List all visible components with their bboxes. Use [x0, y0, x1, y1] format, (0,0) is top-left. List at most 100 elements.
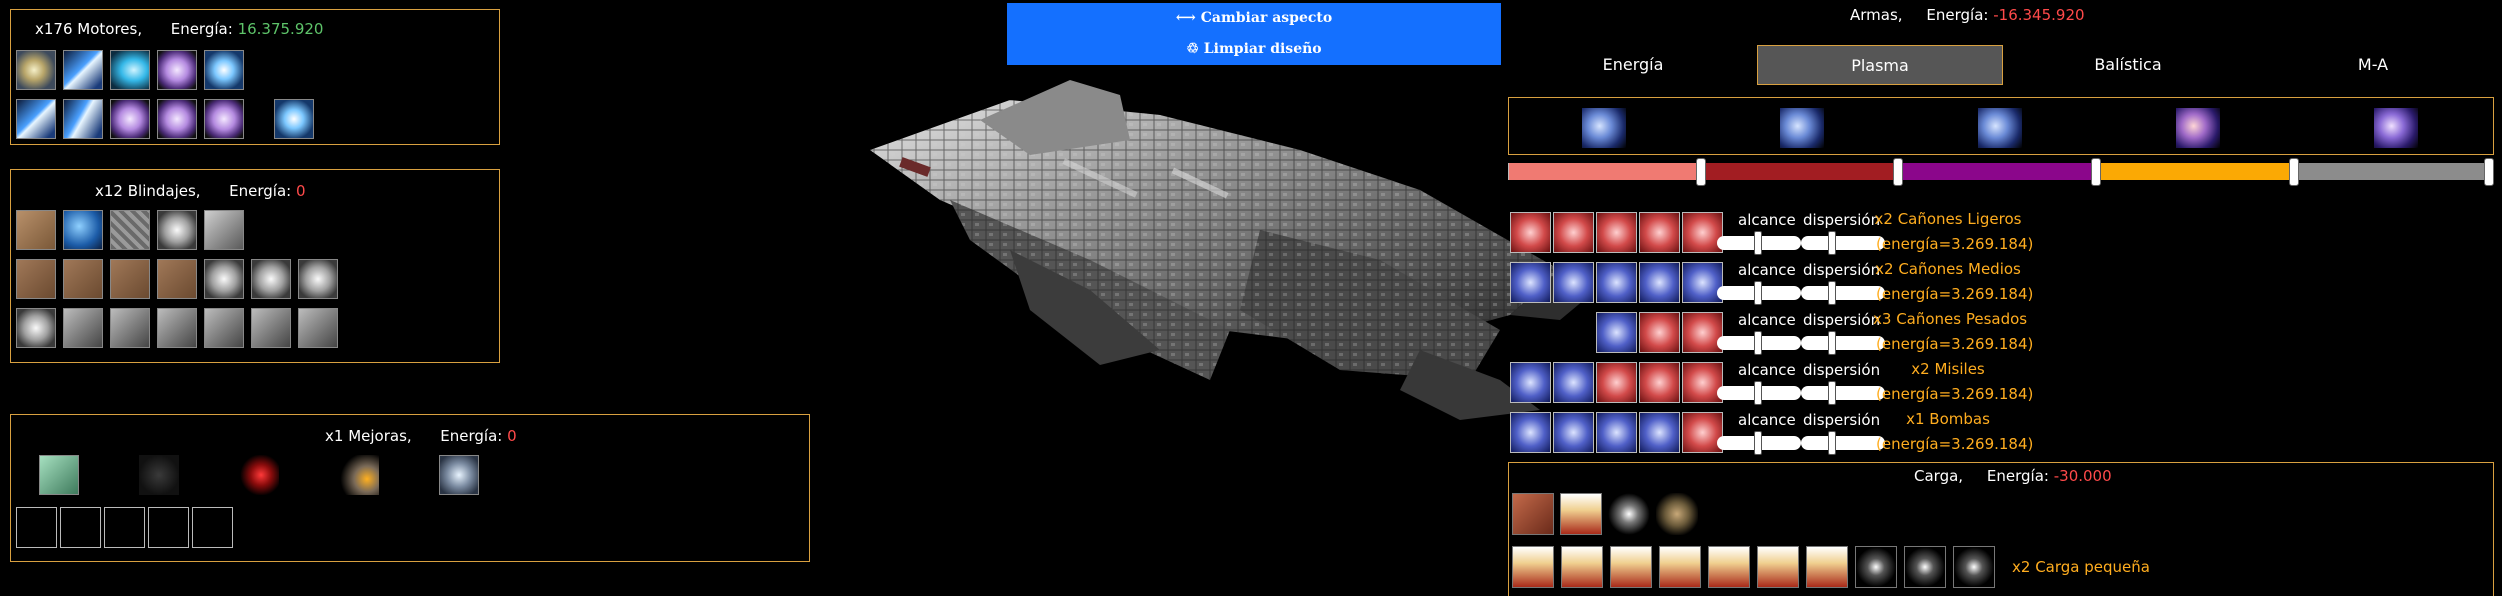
engine-slot[interactable] — [110, 50, 150, 90]
upgrade-empty-slot[interactable] — [104, 507, 145, 548]
armor-slot[interactable] — [16, 308, 56, 348]
engine-slot[interactable] — [204, 99, 244, 139]
clear-design-button[interactable]: ♲ Limpiar diseño — [1007, 34, 1501, 65]
cargo-slot[interactable] — [1512, 546, 1554, 588]
spread-slider-thumb[interactable] — [1828, 231, 1836, 255]
upgrade-slot[interactable] — [339, 455, 379, 495]
upgrade-slot[interactable] — [39, 455, 79, 495]
range-slider-thumb[interactable] — [1754, 231, 1762, 255]
upgrade-empty-slot[interactable] — [148, 507, 189, 548]
spread-slider[interactable] — [1801, 436, 1885, 450]
armor-slot[interactable] — [157, 259, 197, 299]
engine-slot[interactable] — [157, 99, 197, 139]
range-slider-thumb[interactable] — [1754, 331, 1762, 355]
spread-slider[interactable] — [1801, 286, 1885, 300]
range-slider-thumb[interactable] — [1754, 281, 1762, 305]
cargo-slot[interactable] — [1610, 546, 1652, 588]
tab-plasma[interactable]: Plasma — [1757, 45, 2003, 85]
weapon-slot[interactable] — [1553, 262, 1594, 303]
weapon-slot[interactable] — [1639, 362, 1680, 403]
weapon-slot[interactable] — [1510, 262, 1551, 303]
weapon-slot[interactable] — [1510, 412, 1551, 453]
cargo-type-slot[interactable] — [1512, 493, 1554, 535]
upgrade-slot[interactable] — [239, 455, 279, 495]
cargo-slot[interactable] — [1757, 546, 1799, 588]
weapon-slot[interactable] — [1682, 262, 1723, 303]
allocation-handle[interactable] — [1696, 158, 1706, 186]
armor-slot[interactable] — [157, 210, 197, 250]
spread-slider-thumb[interactable] — [1828, 431, 1836, 455]
tab-m-a[interactable]: M-A — [2253, 45, 2493, 85]
spread-slider-thumb[interactable] — [1828, 281, 1836, 305]
engine-slot[interactable] — [204, 50, 244, 90]
engine-slot[interactable] — [16, 99, 56, 139]
allocation-handle[interactable] — [2484, 158, 2494, 186]
weapon-slot[interactable] — [1596, 262, 1637, 303]
armor-slot[interactable] — [298, 308, 338, 348]
weapon-slot[interactable] — [1639, 262, 1680, 303]
spread-slider[interactable] — [1801, 386, 1885, 400]
allocation-handle[interactable] — [2091, 158, 2101, 186]
armor-slot[interactable] — [16, 210, 56, 250]
upgrade-slot[interactable] — [139, 455, 179, 495]
armor-slot[interactable] — [251, 259, 291, 299]
armor-slot[interactable] — [63, 259, 103, 299]
range-slider-thumb[interactable] — [1754, 381, 1762, 405]
cargo-slot[interactable] — [1855, 546, 1897, 588]
engine-slot[interactable] — [157, 50, 197, 90]
weapon-icon[interactable] — [1780, 108, 1824, 148]
engine-slot[interactable] — [63, 50, 103, 90]
cargo-type-slot[interactable] — [1656, 493, 1698, 535]
armor-slot[interactable] — [204, 210, 244, 250]
armor-slot[interactable] — [110, 308, 150, 348]
weapon-slot[interactable] — [1682, 362, 1723, 403]
armor-slot[interactable] — [251, 308, 291, 348]
armor-slot[interactable] — [16, 259, 56, 299]
weapon-slot[interactable] — [1553, 412, 1594, 453]
spread-slider-thumb[interactable] — [1828, 381, 1836, 405]
upgrade-empty-slot[interactable] — [60, 507, 101, 548]
armor-slot[interactable] — [204, 259, 244, 299]
weapon-slot[interactable] — [1553, 362, 1594, 403]
weapon-slot[interactable] — [1596, 362, 1637, 403]
weapon-slot[interactable] — [1682, 312, 1723, 353]
weapon-slot[interactable] — [1596, 212, 1637, 253]
cargo-slot[interactable] — [1904, 546, 1946, 588]
cargo-slot[interactable] — [1953, 546, 1995, 588]
spread-slider[interactable] — [1801, 336, 1885, 350]
engine-slot[interactable] — [110, 99, 150, 139]
cargo-type-slot[interactable] — [1608, 493, 1650, 535]
armor-slot[interactable] — [110, 259, 150, 299]
spread-slider-thumb[interactable] — [1828, 331, 1836, 355]
cargo-type-slot[interactable] — [1560, 493, 1602, 535]
armor-slot[interactable] — [110, 210, 150, 250]
weapon-slot[interactable] — [1682, 212, 1723, 253]
engine-slot[interactable] — [63, 99, 103, 139]
upgrade-empty-slot[interactable] — [192, 507, 233, 548]
cargo-slot[interactable] — [1806, 546, 1848, 588]
tab-balistica[interactable]: Balística — [2003, 45, 2253, 85]
armor-slot[interactable] — [63, 210, 103, 250]
weapon-slot[interactable] — [1639, 212, 1680, 253]
weapon-slot[interactable] — [1596, 412, 1637, 453]
spread-slider[interactable] — [1801, 236, 1885, 250]
weapon-slot[interactable] — [1596, 312, 1637, 353]
upgrade-empty-slot[interactable] — [16, 507, 57, 548]
change-look-button[interactable]: ⟷ Cambiar aspecto — [1007, 3, 1501, 34]
armor-slot[interactable] — [204, 308, 244, 348]
weapon-icon[interactable] — [2374, 108, 2418, 148]
allocation-handle[interactable] — [1893, 158, 1903, 186]
weapon-icon[interactable] — [1978, 108, 2022, 148]
armor-slot[interactable] — [157, 308, 197, 348]
engine-slot[interactable] — [274, 99, 314, 139]
upgrade-slot[interactable] — [439, 455, 479, 495]
weapon-icon[interactable] — [2176, 108, 2220, 148]
weapon-icon[interactable] — [1582, 108, 1626, 148]
allocation-handle[interactable] — [2289, 158, 2299, 186]
cargo-slot[interactable] — [1659, 546, 1701, 588]
weapon-slot[interactable] — [1553, 212, 1594, 253]
armor-slot[interactable] — [63, 308, 103, 348]
weapon-slot[interactable] — [1510, 362, 1551, 403]
cargo-slot[interactable] — [1708, 546, 1750, 588]
weapon-slot[interactable] — [1639, 312, 1680, 353]
